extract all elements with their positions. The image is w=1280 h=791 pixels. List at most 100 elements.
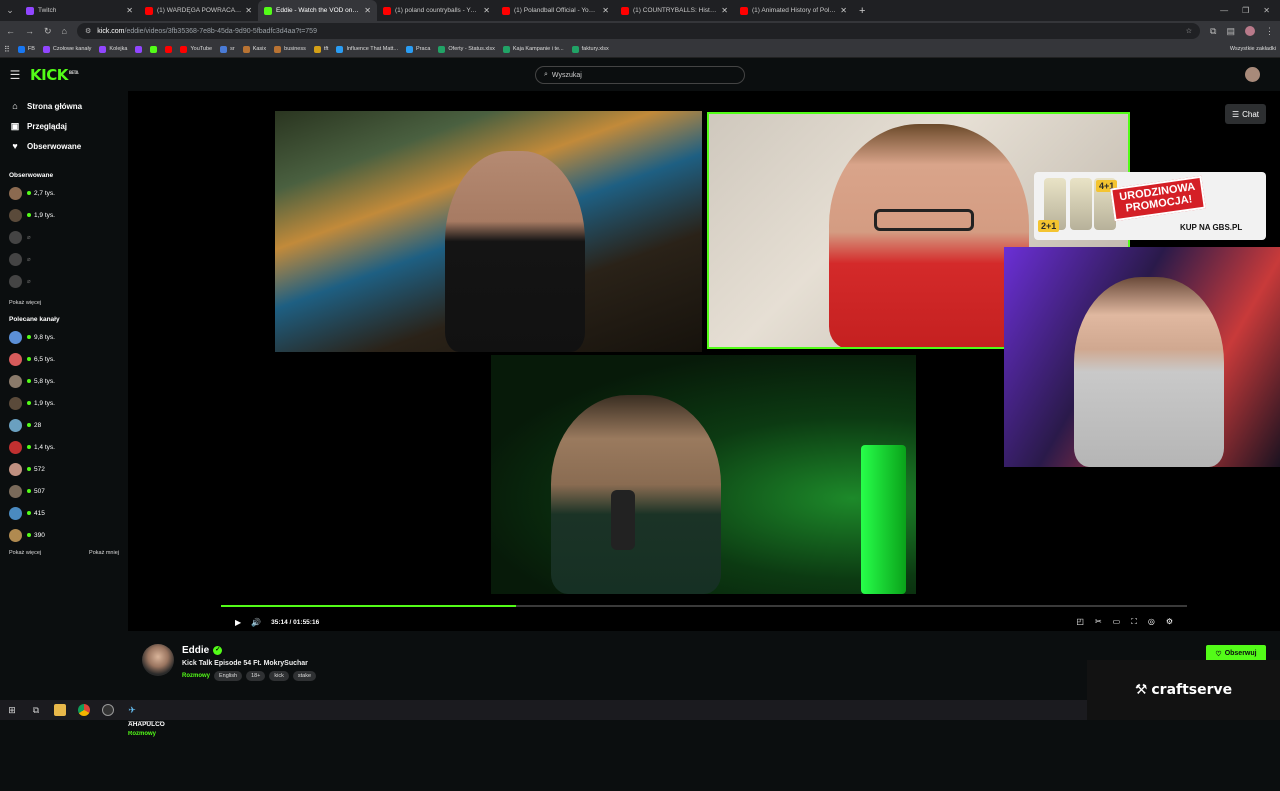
- stream-category[interactable]: Rozmowy: [182, 673, 210, 679]
- obs-icon[interactable]: [102, 704, 114, 716]
- site-info-icon[interactable]: ⚙: [85, 27, 91, 35]
- sidebar-channel-item[interactable]: niterRozmowy1,9 tys.: [0, 392, 1280, 791]
- recommended-show-more[interactable]: Pokaż więcej: [9, 546, 41, 560]
- bookmark-icon: [406, 45, 414, 53]
- sidebar-channel-item[interactable]: AspenTVGrand Theft Auto V (G...415: [0, 502, 1280, 791]
- tab-close-icon[interactable]: ✕: [721, 6, 728, 15]
- bookmark-item[interactable]: Oferty - Status.xlsx: [438, 45, 495, 53]
- miniplayer-icon[interactable]: ◰: [1076, 617, 1084, 627]
- seek-bar[interactable]: [221, 605, 1187, 607]
- viewer-count: 507: [27, 488, 45, 495]
- settings-gear-icon[interactable]: ⚙: [1166, 617, 1173, 627]
- hamburger-menu-icon[interactable]: ☰: [0, 68, 30, 82]
- extensions-icon[interactable]: ⧉: [1210, 26, 1216, 37]
- stream-tag[interactable]: stake: [292, 671, 317, 681]
- chat-toggle-button[interactable]: ☰ Chat: [1225, 104, 1266, 124]
- sidebar-channel-item[interactable]: niterRozmowy1,9 tys.: [0, 204, 1280, 791]
- bookmark-item[interactable]: faktury.xlsx: [571, 45, 609, 53]
- live-dot-icon: [27, 401, 31, 405]
- bookmark-item[interactable]: Praca: [406, 45, 430, 53]
- play-icon[interactable]: ▶: [235, 618, 241, 627]
- sidebar-nav-item[interactable]: ♥ Obserwowane: [0, 136, 128, 156]
- tab-search-button[interactable]: ⌄: [0, 0, 20, 21]
- task-view-icon[interactable]: ⧉: [30, 704, 42, 716]
- sidebar-nav-item[interactable]: ▣ Przeglądaj: [0, 116, 128, 136]
- kick-logo[interactable]: KICKBETA: [30, 66, 79, 84]
- bookmark-item[interactable]: Kaja Kampanie i te...: [502, 45, 564, 53]
- sidebar-channel-item[interactable]: remsuaRozmowy2,7 tys.: [0, 182, 1280, 791]
- stream-tag[interactable]: 18+: [246, 671, 266, 681]
- browser-tab[interactable]: Eddie - Watch the VOD on Kick ✕: [258, 0, 377, 21]
- stream-tag[interactable]: kick: [269, 671, 289, 681]
- bookmark-item[interactable]: [150, 45, 158, 53]
- followed-show-more[interactable]: Pokaż więcej: [0, 296, 128, 310]
- windows-start-icon[interactable]: ⊞: [6, 704, 18, 716]
- sidebar-channel-item[interactable]: AzdusIRL5,8 tys.: [0, 370, 1280, 791]
- channel-name[interactable]: Eddie: [182, 645, 209, 656]
- sidebar-channel-item[interactable]: Chef_janIRL507: [0, 480, 1280, 791]
- reload-icon[interactable]: ↻: [44, 26, 52, 37]
- bookmark-item[interactable]: sr: [220, 45, 235, 53]
- file-explorer-icon[interactable]: [54, 704, 66, 716]
- sidebar-channel-item[interactable]: RybsonLoLLeague of Legends6,5 tys.: [0, 348, 1280, 791]
- bookmark-item[interactable]: tft: [313, 45, 328, 53]
- browser-tab[interactable]: (1) Polandball Official - YouTub ✕: [496, 0, 615, 21]
- sidebar-channel-item[interactable]: NassiTVRozmowy28: [0, 414, 1280, 791]
- sidebar-channel-item[interactable]: AHAPULCO Rozmowy 390: [0, 524, 1280, 791]
- close-window-icon[interactable]: ✕: [1263, 6, 1270, 15]
- all-bookmarks[interactable]: Wszystkie zakładki: [1227, 46, 1276, 52]
- bookmark-item[interactable]: [165, 45, 173, 53]
- sidebar-channel-item[interactable]: Navcia⌀: [0, 270, 1280, 791]
- tab-close-icon[interactable]: ✕: [126, 6, 133, 15]
- browser-tab[interactable]: (1) Animated History of Poland ✕: [734, 0, 853, 21]
- bookmark-item[interactable]: Kolejka: [99, 45, 127, 53]
- bookmark-item[interactable]: FB: [17, 45, 35, 53]
- sidebar-channel-item[interactable]: paramaxilIRL1,4 tys.: [0, 436, 1280, 791]
- bookmark-item[interactable]: YouTube: [180, 45, 212, 53]
- tab-close-icon[interactable]: ✕: [364, 6, 371, 15]
- maximize-icon[interactable]: ❐: [1242, 6, 1249, 15]
- ad-badge: 2+1: [1038, 220, 1060, 232]
- clip-icon[interactable]: ✂: [1095, 617, 1102, 627]
- new-tab-button[interactable]: +: [853, 5, 871, 17]
- sidebar-nav-item[interactable]: ⌂ Strona główna: [0, 96, 128, 116]
- bookmark-item[interactable]: Kasix: [242, 45, 266, 53]
- menu-icon[interactable]: ⋮: [1265, 26, 1274, 37]
- minimize-icon[interactable]: —: [1220, 6, 1228, 15]
- recommended-show-less[interactable]: Pokaż mniej: [89, 546, 119, 560]
- tab-close-icon[interactable]: ✕: [840, 6, 847, 15]
- speed-icon[interactable]: ◎: [1148, 617, 1155, 627]
- fullscreen-icon[interactable]: ⛶: [1131, 617, 1137, 627]
- bookmark-item[interactable]: [135, 45, 143, 53]
- tab-close-icon[interactable]: ✕: [483, 6, 490, 15]
- bookmark-star-icon[interactable]: ☆: [1186, 27, 1192, 35]
- back-icon[interactable]: ←: [6, 26, 15, 36]
- home-icon[interactable]: ⌂: [62, 26, 67, 36]
- steam-icon[interactable]: ✈: [126, 704, 138, 716]
- bookmark-item[interactable]: Czołowe kanały: [42, 45, 91, 53]
- search-input[interactable]: ⌕ Wyszukaj: [535, 66, 745, 84]
- apps-icon[interactable]: ⠿: [4, 45, 10, 54]
- theater-mode-icon[interactable]: ▭: [1113, 617, 1121, 627]
- bookmark-item[interactable]: Influence That Matt...: [336, 45, 398, 53]
- url-bar[interactable]: ⚙ kick.com/eddie/videos/3fb35368-7e8b-45…: [76, 23, 1201, 39]
- sidebar-channel-item[interactable]: LukiSteve⌀: [0, 248, 1280, 791]
- tab-close-icon[interactable]: ✕: [245, 6, 252, 15]
- channel-avatar[interactable]: [142, 644, 174, 676]
- sidebar-channel-item[interactable]: DosiaczuxIRL572: [0, 458, 1280, 791]
- stream-tag[interactable]: English: [214, 671, 243, 681]
- tab-close-icon[interactable]: ✕: [602, 6, 609, 15]
- sidebar-channel-item[interactable]: xmerghaniRozmowy9,8 tys.: [0, 326, 1280, 791]
- browser-tab[interactable]: Twitch ✕: [20, 0, 139, 21]
- sidebar-channel-item[interactable]: xntentacion⌀: [0, 226, 1280, 791]
- browser-tab[interactable]: (1) COUNTRYBALLS: History of ✕: [615, 0, 734, 21]
- browser-tab[interactable]: (1) poland countryballs - YouTu ✕: [377, 0, 496, 21]
- volume-icon[interactable]: 🔊: [251, 618, 261, 627]
- bookmark-item[interactable]: business: [274, 45, 306, 53]
- sidepanel-icon[interactable]: ▤: [1226, 26, 1235, 37]
- browser-tab[interactable]: (1) WARDĘGA POWRACA I MIA ✕: [139, 0, 258, 21]
- chrome-icon[interactable]: [78, 704, 90, 716]
- forward-icon[interactable]: →: [25, 26, 34, 36]
- profile-icon[interactable]: [1245, 26, 1255, 36]
- user-avatar[interactable]: [1245, 67, 1260, 82]
